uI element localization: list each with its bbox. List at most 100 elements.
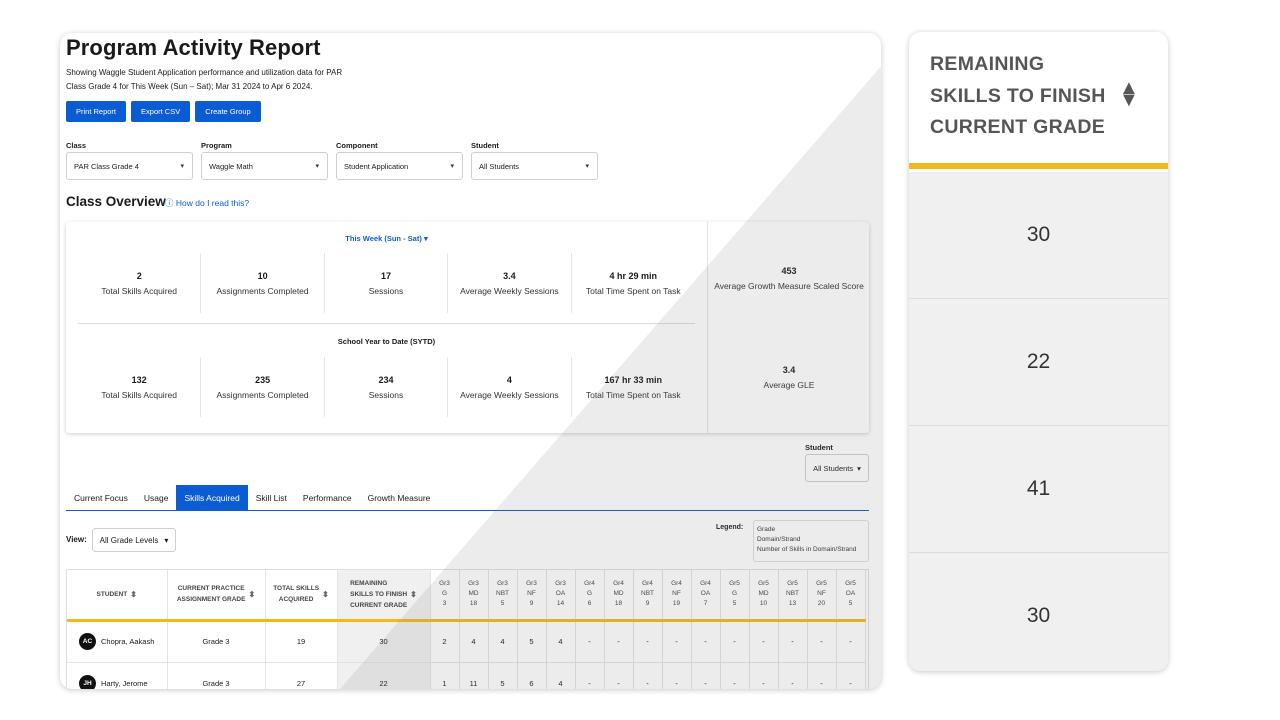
skill-count-cell: - [604, 620, 634, 663]
skill-count-cell: - [836, 620, 866, 663]
practice-grade-column-header[interactable]: CURRENT PRACTICE ASSIGNMENT GRADE ⬍ [167, 570, 266, 622]
grade-domain-column-header: Gr5 G 5 [720, 570, 750, 622]
grade-domain-column-header: Gr4 OA 7 [691, 570, 721, 622]
tab-skill-list[interactable]: Skill List [248, 485, 295, 511]
sort-icon[interactable]: ⬍ [248, 589, 255, 600]
skill-count-cell: - [633, 662, 663, 689]
grade-domain-column-header: Gr5 NF 20 [807, 570, 837, 622]
student-name: Harty, Jerome [101, 678, 148, 688]
week-period-dropdown[interactable]: This Week (Sun - Sat) ▾ [66, 234, 707, 243]
tab-skills-acquired[interactable]: Skills Acquired [176, 485, 248, 511]
student-table-select[interactable]: All Students ▾ [805, 454, 869, 482]
table-row[interactable]: JH Harty, Jerome Grade 3 27 22 1 11 5 6 4- - - - - - - -… [67, 662, 866, 689]
grade-domain-column-header: Gr4 NBT 9 [633, 570, 663, 622]
sort-icon[interactable]: ⬍ [322, 589, 329, 600]
class-overview-title: Class Overview [66, 194, 166, 209]
info-icon: ⓘ [165, 198, 174, 208]
skill-count-cell: 4 [488, 620, 518, 663]
skill-count-cell: - [749, 620, 779, 663]
skill-count-cell: - [604, 662, 634, 689]
student-filter-label: Student [805, 443, 833, 452]
view-label: View: [66, 535, 87, 544]
grade-domain-column-header: Gr3 MD 18 [459, 570, 489, 622]
chevron-down-icon: ▾ [164, 535, 169, 545]
student-name: Chopra, Aakash [101, 637, 155, 646]
skill-count-cell: - [575, 620, 605, 663]
remaining-skills-column-header[interactable]: REMAINING SKILLS TO FINISH CURRENT GRADE ⬍ [337, 570, 431, 622]
export-csv-button[interactable]: Export CSV [131, 101, 191, 122]
legend-label: Legend: [716, 524, 744, 531]
avatar: AC [79, 633, 96, 650]
skill-count-cell: - [807, 620, 837, 663]
tab-usage[interactable]: Usage [136, 485, 177, 511]
create-group-button[interactable]: Create Group [195, 101, 261, 122]
report-card: Program Activity Report Showing Waggle S… [60, 33, 881, 689]
skill-count-cell: - [720, 662, 750, 689]
tab-performance[interactable]: Performance [295, 485, 360, 511]
student-cell[interactable]: JH Harty, Jerome [67, 662, 168, 689]
skill-count-cell: - [749, 662, 779, 689]
skill-count-cell: 1 [430, 662, 460, 689]
grade-domain-column-header: Gr3 G 3 [430, 570, 460, 622]
student-column-header[interactable]: STUDENT ⬍ [67, 570, 168, 622]
skill-count-cell: - [633, 620, 663, 663]
skill-count-cell: 4 [546, 620, 576, 663]
chevron-down-icon: ▾ [423, 234, 428, 243]
skill-count-cell: 2 [430, 620, 460, 663]
grade-domain-column-header: Gr5 MD 10 [749, 570, 779, 622]
skill-count-cell: - [691, 662, 721, 689]
stat-tile: 234 Sessions [325, 357, 449, 417]
grade-level-select[interactable]: All Grade Levels ▾ [92, 528, 176, 552]
student-cell[interactable]: AC Chopra, Aakash [67, 620, 168, 663]
chevron-down-icon: ▾ [585, 163, 589, 170]
skill-count-cell: 4 [459, 620, 489, 663]
legend-box: Grade Domain/Strand Number of Skills in … [753, 520, 869, 562]
stat-tile: 132 Total Skills Acquired [78, 357, 202, 417]
grade-domain-column-header: Gr5 OA 5 [836, 570, 866, 622]
how-to-read-link[interactable]: ⓘ How do I read this? [165, 197, 249, 209]
chevron-down-icon: ▾ [315, 163, 319, 170]
stat-tile: 10 Assignments Completed [201, 253, 325, 313]
program-filter-label: Program [201, 141, 232, 150]
chevron-down-icon: ▾ [450, 163, 454, 170]
chevron-down-icon: ▾ [857, 463, 861, 473]
class-select[interactable]: PAR Class Grade 4 ▾ [66, 152, 193, 180]
total-skills-cell: 19 [265, 620, 338, 663]
stat-tile: 3.4 Average Weekly Sessions [448, 253, 572, 313]
sort-icon[interactable]: ▲ ▼ [1119, 78, 1139, 110]
callout-value: 30 [909, 553, 1168, 671]
growth-summary: 453 Average Growth Measure Scaled Score … [707, 222, 869, 433]
grade-domain-column-header: Gr4 NF 19 [662, 570, 692, 622]
skill-count-cell: 4 [546, 662, 576, 689]
callout-value: 22 [909, 299, 1168, 426]
skill-count-cell: - [662, 620, 692, 663]
table-row[interactable]: AC Chopra, Aakash Grade 3 19 30 2 4 4 5 4- - - - - - - -… [67, 620, 866, 663]
chevron-down-icon: ▾ [180, 163, 184, 170]
class-filter-label: Class [66, 141, 87, 150]
component-select[interactable]: Student Application ▾ [336, 152, 463, 180]
skill-count-cell: - [778, 620, 808, 663]
stat-tile: 235 Assignments Completed [201, 357, 325, 417]
grade-domain-column-header: Gr3 OA 14 [546, 570, 576, 622]
tab-growth-measure[interactable]: Growth Measure [360, 485, 439, 511]
stat-tile: 4 Average Weekly Sessions [448, 357, 572, 417]
tab-current-focus[interactable]: Current Focus [66, 485, 136, 511]
skills-table: STUDENT ⬍ CURRENT PRACTICE ASSIGNMENT GRAD… [66, 569, 869, 689]
student-select[interactable]: All Students ▾ [471, 152, 598, 180]
print-report-button[interactable]: Print Report [66, 101, 127, 122]
callout-value: 30 [909, 172, 1168, 299]
total-skills-cell: 27 [265, 662, 338, 689]
total-skills-column-header[interactable]: TOTAL SKILLS ACQUIRED ⬍ [265, 570, 338, 622]
grade-domain-column-header: Gr5 NBT 13 [778, 570, 808, 622]
avatar: JH [79, 674, 96, 689]
skill-count-cell: - [836, 662, 866, 689]
stat-tile: 167 hr 33 min Total Time Spent on Task [585, 374, 681, 400]
program-select[interactable]: Waggle Math ▾ [201, 152, 328, 180]
skill-count-cell: 5 [488, 662, 518, 689]
growth-score: 453 Average Growth Measure Scaled Score [714, 266, 864, 291]
sort-icon[interactable]: ⬍ [130, 589, 137, 600]
skill-count-cell: - [691, 620, 721, 663]
skill-count-cell: - [575, 662, 605, 689]
sort-icon[interactable]: ⬍ [410, 589, 417, 600]
remaining-skills-cell: 22 [337, 662, 431, 689]
